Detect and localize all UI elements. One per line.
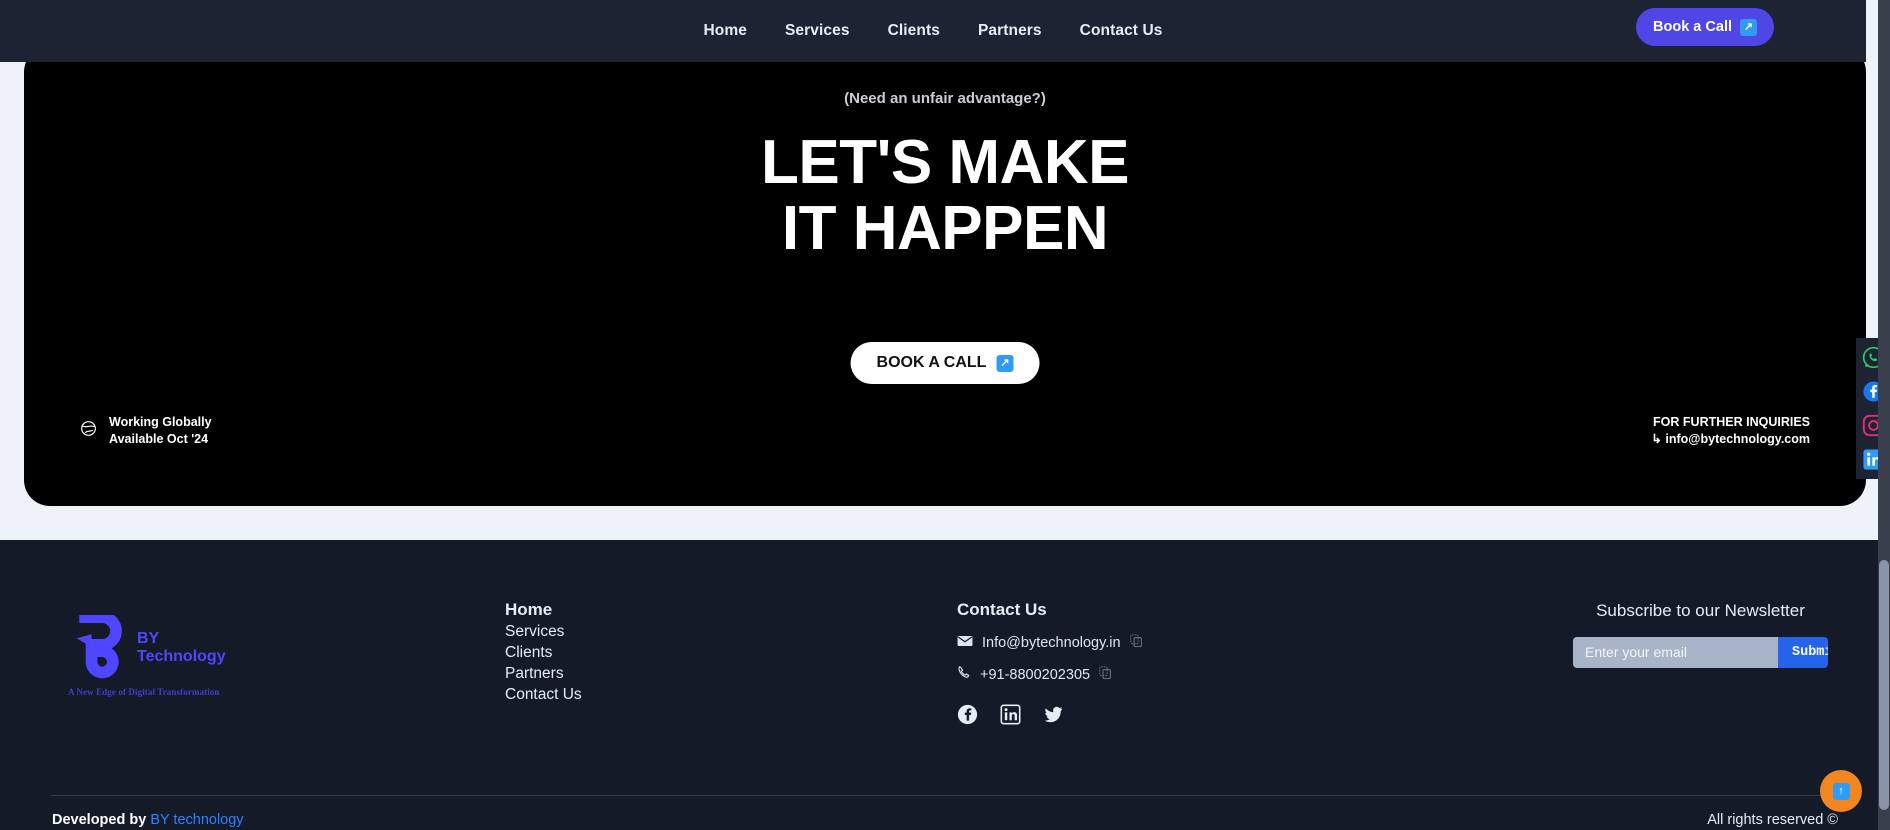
footer-contact-email[interactable]: Info@bytechnology.in [982, 635, 1121, 651]
site-footer: BY Technology A New Edge of Digital Tran… [0, 540, 1890, 830]
footer-columns: BY Technology A New Edge of Digital Tran… [0, 600, 1890, 760]
twitter-icon[interactable] [1043, 704, 1064, 730]
footer-nav: Home Services Clients Partners Contact U… [505, 600, 582, 704]
newsletter-form: Submit [1573, 636, 1828, 668]
copy-icon[interactable] [1099, 665, 1112, 684]
hero-availability: Working Globally Available Oct '24 [80, 414, 212, 447]
hero-title-line-2: IT HAPPEN [781, 193, 1109, 263]
developed-by: Developed by BY technology [52, 812, 244, 828]
hero-book-a-call-button[interactable]: BOOK A CALL ↗ [850, 342, 1040, 384]
nav-item-home[interactable]: Home [704, 22, 747, 40]
footer-contact-email-row: Info@bytechnology.in [957, 634, 1143, 652]
footer-social-links [957, 704, 1143, 730]
scroll-to-top-button[interactable]: ↑ [1820, 770, 1862, 812]
phone-icon [957, 665, 971, 684]
hero-cta-label: BOOK A CALL [876, 354, 987, 371]
nav-item-services[interactable]: Services [785, 22, 850, 40]
book-a-call-button[interactable]: Book a Call ↗ [1636, 8, 1774, 46]
footer-nav-item-home[interactable]: Home [505, 600, 582, 620]
newsletter-email-input[interactable] [1573, 636, 1778, 668]
by-technology-mark-icon [68, 611, 130, 681]
site-header: Home Services Clients Partners Contact U… [0, 0, 1866, 62]
newsletter-heading: Subscribe to our Newsletter [1596, 601, 1805, 620]
globe-icon [80, 420, 97, 442]
copyright-text: All rights reserved © [1707, 812, 1838, 828]
hero-availability-line-1: Working Globally [109, 415, 212, 430]
mail-icon [957, 634, 973, 652]
footer-nav-item-partners[interactable]: Partners [505, 665, 582, 683]
page-root: Home Services Clients Partners Contact U… [0, 0, 1890, 830]
footer-bottom-bar: Developed by BY technology All rights re… [52, 812, 1838, 828]
footer-brand-line-2: Technology [137, 648, 226, 665]
hero-kicker: (Need an unfair advantage?) [844, 90, 1046, 107]
hero-inquiries-heading: FOR FURTHER INQUIRIES [1653, 415, 1810, 430]
scrollbar-thumb[interactable] [1879, 560, 1889, 810]
hero-title-line-1: LET'S MAKE [761, 128, 1129, 197]
footer-contact-phone[interactable]: +91-8800202305 [980, 667, 1090, 683]
hero-title: LET'S MAKE IT HAPPEN [24, 130, 1866, 261]
footer-contact-heading: Contact Us [957, 600, 1047, 619]
hero-inquiries-email[interactable]: info@bytechnology.com [1665, 432, 1810, 446]
arrow-up-right-icon: ↗ [996, 354, 1014, 372]
footer-contact: Contact Us Info@bytechnology.in +91-8800… [957, 600, 1143, 730]
page-scrollbar[interactable] [1878, 0, 1890, 830]
hero-inquiries: FOR FURTHER INQUIRIES ↳ info@bytechnolog… [1651, 414, 1810, 448]
newsletter-submit-button[interactable]: Submit [1778, 636, 1828, 668]
nav-item-partners[interactable]: Partners [978, 22, 1042, 40]
footer-divider [50, 795, 1840, 796]
footer-brand-line-1: BY [137, 630, 160, 648]
hero-footer-row: Working Globally Available Oct '24 FOR F… [80, 414, 1810, 448]
hero-inquiries-email-row[interactable]: ↳ info@bytechnology.com [1651, 431, 1810, 448]
copy-icon[interactable] [1129, 634, 1143, 652]
developed-by-link[interactable]: BY technology [150, 812, 243, 828]
footer-contact-phone-row: +91-8800202305 [957, 665, 1143, 684]
facebook-icon[interactable] [957, 704, 978, 730]
return-arrow-icon: ↳ [1651, 432, 1662, 447]
footer-nav-item-contact-us[interactable]: Contact Us [505, 686, 582, 704]
hero-availability-text: Working Globally Available Oct '24 [109, 414, 212, 447]
primary-nav: Home Services Clients Partners Contact U… [0, 0, 1866, 62]
footer-brand: BY Technology A New Edge of Digital Tran… [68, 611, 226, 697]
developed-by-prefix: Developed by [52, 812, 147, 828]
newsletter-section: Subscribe to our Newsletter Submit [1573, 600, 1828, 668]
footer-brand-tagline: A New Edge of Digital Transformation [68, 687, 220, 697]
hero-availability-line-2: Available Oct '24 [109, 431, 209, 446]
nav-item-contact-us[interactable]: Contact Us [1080, 22, 1163, 40]
footer-nav-item-services[interactable]: Services [505, 623, 582, 641]
footer-brand-wordmark: BY Technology [137, 630, 226, 666]
linkedin-icon[interactable] [1000, 704, 1021, 730]
footer-nav-item-clients[interactable]: Clients [505, 644, 582, 662]
arrow-up-right-icon: ↗ [1740, 18, 1757, 36]
book-a-call-label: Book a Call [1653, 19, 1732, 35]
arrow-up-icon: ↑ [1832, 782, 1850, 800]
nav-item-clients[interactable]: Clients [888, 22, 940, 40]
hero-section: (Need an unfair advantage?) LET'S MAKE I… [24, 46, 1866, 506]
